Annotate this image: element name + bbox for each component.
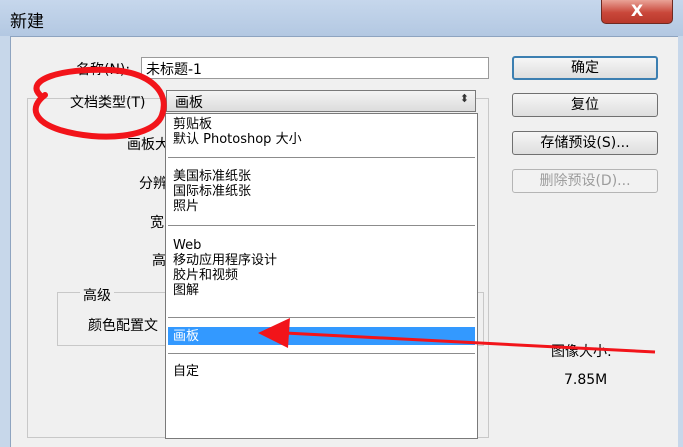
dropdown-separator [168,317,475,318]
color-profile-label: 颜色配置文 [88,318,158,334]
dropdown-item-photo[interactable]: 照片 [173,199,199,214]
image-size-label: 图像大小: [551,344,612,360]
width-label: 宽 [150,215,164,231]
resolution-label: 分辨 [139,176,167,192]
delete-preset-button: 删除预设(D)... [512,169,658,193]
dropdown-item-mobile-app[interactable]: 移动应用程序设计 [173,253,277,268]
ok-button[interactable]: 确定 [512,56,658,80]
doctype-select[interactable]: 画板 ⬍ [166,90,476,112]
dropdown-item-custom[interactable]: 自定 [173,364,199,379]
dropdown-separator [168,157,475,158]
reset-button[interactable]: 复位 [512,93,658,117]
name-input[interactable]: 未标题-1 [141,57,489,79]
close-button[interactable]: X [601,0,673,24]
board-size-label: 画板大 [127,137,169,153]
dropdown-item-web[interactable]: Web [173,238,201,253]
dropdown-separator [168,353,475,354]
height-label: 高 [152,253,166,269]
advanced-label: 高级 [80,285,114,305]
title-bar: 新建 X [0,0,683,36]
name-label: 名称(N): [76,62,131,78]
updown-arrow-icon: ⬍ [459,92,469,105]
doctype-dropdown-list[interactable]: 剪贴板 默认 Photoshop 大小 美国标准纸张 国际标准纸张 照片 Web… [165,113,478,439]
dropdown-item-intl-paper[interactable]: 国际标准纸张 [173,184,251,199]
dropdown-separator [168,225,475,226]
dropdown-item-clipboard[interactable]: 剪贴板 [173,117,212,132]
doctype-label: 文档类型(T) [70,95,146,111]
save-preset-button[interactable]: 存储预设(S)... [512,131,658,155]
dropdown-item-illustration[interactable]: 图解 [173,283,199,298]
dropdown-item-us-paper[interactable]: 美国标准纸张 [173,169,251,184]
window-title: 新建 [10,12,44,32]
dropdown-item-film-video[interactable]: 胶片和视频 [173,268,238,283]
dropdown-item-artboard[interactable]: 画板 [173,329,199,344]
doctype-value: 画板 [175,95,203,111]
dropdown-item-default-size[interactable]: 默认 Photoshop 大小 [173,132,302,147]
image-size-value: 7.85M [564,372,608,388]
dropdown-highlight [168,327,475,345]
